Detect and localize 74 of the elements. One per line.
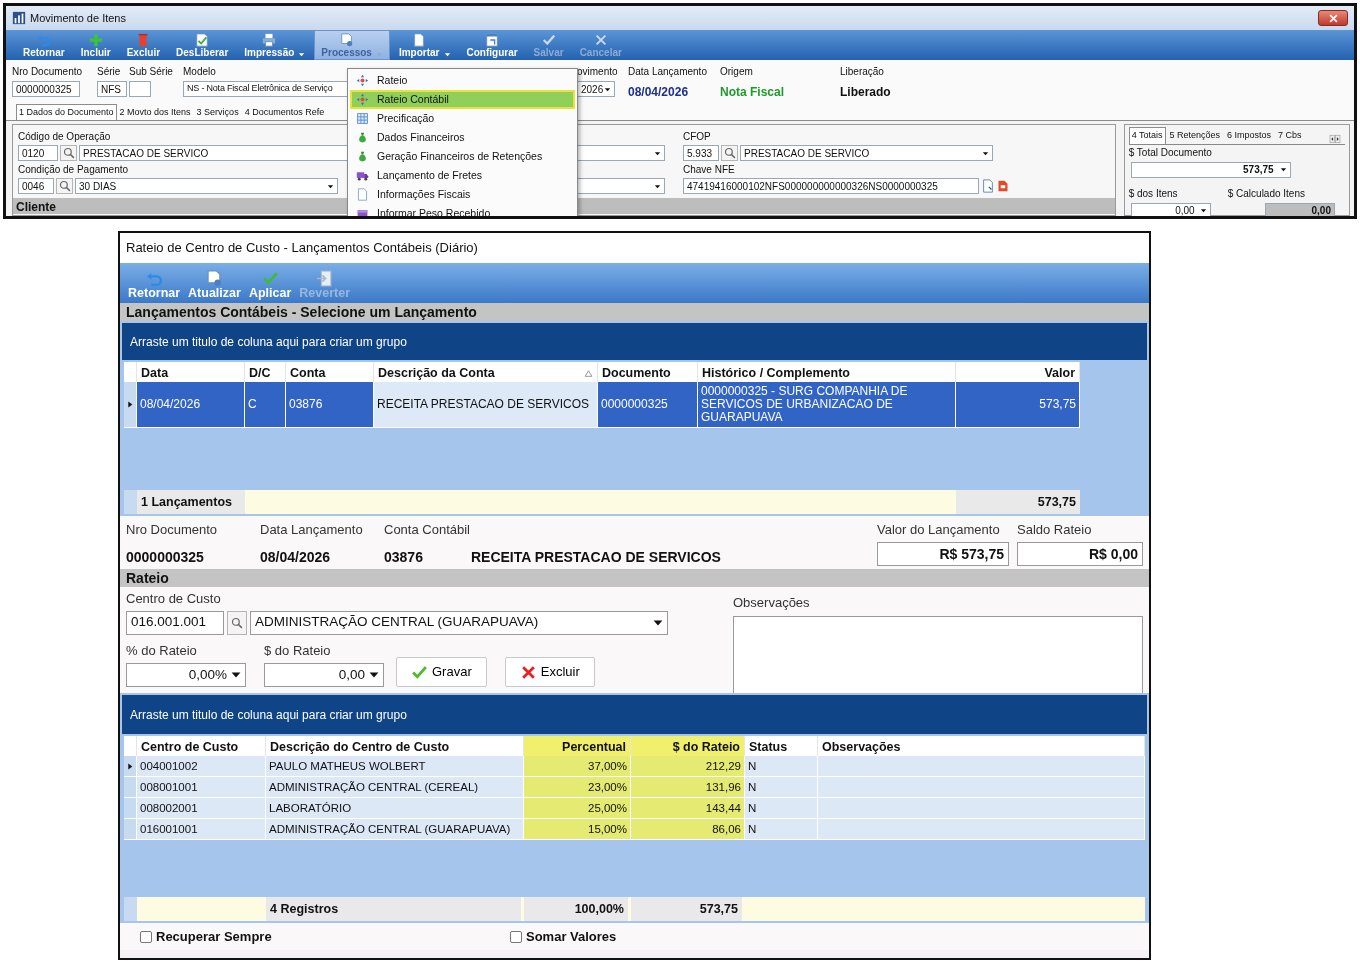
table-cell: 08/04/2026 (137, 382, 245, 428)
table-cell: 37,00% (524, 756, 631, 777)
field-label: $ Total Documento (1128, 145, 1212, 160)
field-label: Origem (720, 65, 754, 79)
group-by-panel: Arraste um titulo de coluna aqui para criar um grupo (122, 323, 1147, 360)
footer-total: 573,75 (956, 490, 1080, 514)
table-cell: LABORATÓRIO (266, 798, 524, 819)
footer-total: 100,00% (524, 897, 631, 921)
dialog-title: Rateio de Centro de Custo - Lançamentos Contábeis (Diário) (120, 233, 1149, 263)
field-label: Centro de Custo (126, 590, 222, 608)
table-cell: 03876 (286, 382, 374, 428)
table-cell: 008002001 (137, 798, 266, 819)
field-value: RECEITA PRESTACAO DE SERVICOS (470, 547, 721, 567)
table-cell: 016001001 (137, 819, 266, 840)
table-cell: N (745, 777, 818, 798)
table-cell: 143,44 (631, 798, 745, 819)
row-count: 1 Lançamentos (137, 490, 245, 514)
field-label: Conta Contábil (384, 521, 471, 539)
field-label: Código de Operação (18, 130, 111, 144)
group-by-panel: Arraste um titulo de coluna aqui para criar um grupo (122, 695, 1147, 734)
field-label: $ dos Itens (1128, 186, 1178, 201)
field-label: Condição de Pagamento (18, 163, 129, 177)
field-label: Observações (733, 594, 811, 612)
table-cell: ADMINISTRAÇÃO CENTRAL (GUARAPUAVA) (266, 819, 524, 840)
table-cell: 573,75 (956, 382, 1080, 428)
field-value: Nota Fiscal (720, 84, 785, 101)
table-cell: N (745, 819, 818, 840)
value-field: R$ 573,75 (877, 541, 1009, 566)
table-cell: 23,00% (524, 777, 631, 798)
field-label: % do Rateio (126, 641, 198, 660)
field-label: $ Calculado Itens (1227, 186, 1305, 201)
value-field: R$ 0,00 (1017, 541, 1143, 566)
field-label: Nro Documento (12, 65, 84, 79)
field-value: 03876 (384, 547, 423, 567)
section-header: Lançamentos Contábeis - Selecione um Lançamento (120, 303, 1149, 321)
field-label: $ do Rateio (264, 641, 332, 660)
field-label: Modelo (183, 65, 217, 79)
table-cell: 004001002 (137, 756, 266, 777)
field-value: 08/04/2026 (628, 84, 689, 101)
field-label: Data Lançamento (628, 65, 708, 79)
table-cell: ADMINISTRAÇÃO CENTRAL (CEREAL) (266, 777, 524, 798)
section-header: Rateio (120, 569, 1149, 587)
table-cell: N (745, 756, 818, 777)
footer-total: 573,75 (631, 897, 745, 921)
field-label: Valor do Lançamento (877, 521, 1001, 539)
field-label: CFOP (683, 130, 711, 144)
window-title: Movimento de Itens (30, 10, 126, 26)
table-cell: 0000000325 - SURG COMPANHIA DE SERVICOS DE URBANIZACAO DE GUARAPUAVA (698, 382, 956, 428)
table-cell: 86,06 (631, 819, 745, 840)
field-value: 0000000325 (126, 547, 204, 567)
table-cell: 0000000325 (598, 382, 698, 428)
table-cell: C (245, 382, 286, 428)
field-label: Sub Série (129, 65, 174, 79)
field-value: Liberado (840, 84, 891, 101)
table-cell: 15,00% (524, 819, 631, 840)
table-cell: RECEITA PRESTACAO DE SERVICOS (374, 382, 598, 428)
field-value: 08/04/2026 (260, 547, 331, 567)
field-label: Série (97, 65, 122, 79)
checkbox-label: Somar Valores (526, 927, 617, 946)
field-label: Chave NFE (683, 163, 735, 177)
field-label: Data Lançamento (260, 521, 364, 539)
field-label: Liberação (840, 65, 885, 79)
table-cell: N (745, 798, 818, 819)
table-cell: PAULO MATHEUS WOLBERT (266, 756, 524, 777)
field-value: 0,00 (1265, 202, 1335, 216)
table-cell: 212,29 (631, 756, 745, 777)
field-label: Nro Documento (126, 521, 219, 539)
table-cell: 131,96 (631, 777, 745, 798)
row-count: 4 Registros (266, 897, 524, 921)
field-label: ovimento (577, 65, 619, 79)
table-cell: 25,00% (524, 798, 631, 819)
field-label: Saldo Rateio (1017, 521, 1093, 539)
checkbox-label: Recuperar Sempre (156, 927, 272, 946)
table-cell: 008001001 (137, 777, 266, 798)
